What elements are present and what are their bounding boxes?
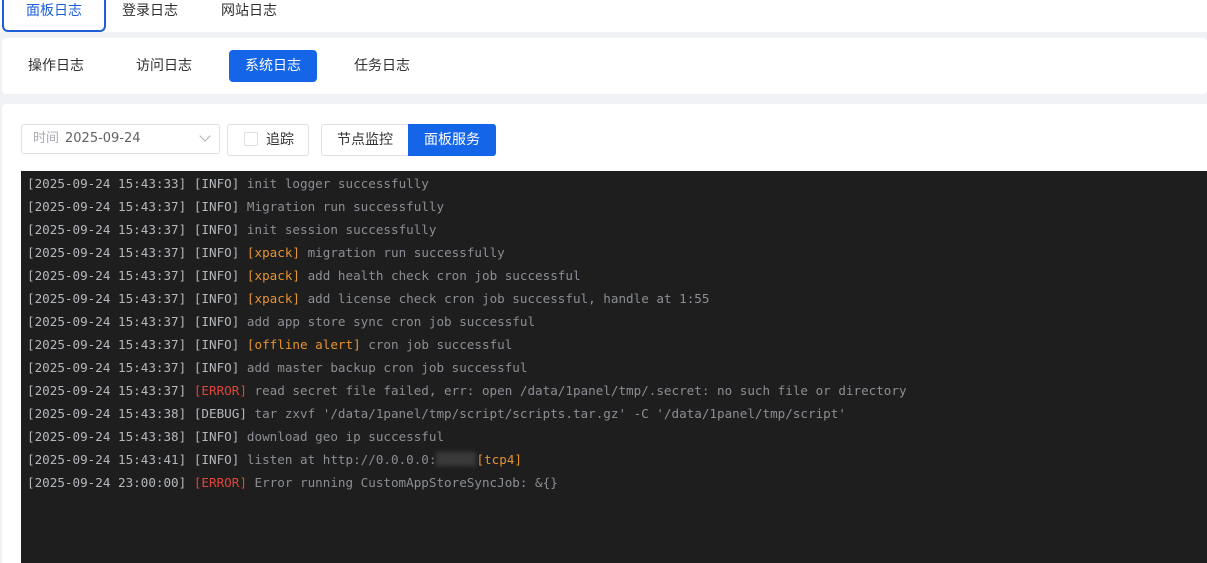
log-line: [2025-09-24 23:00:00] [ERROR] Error runn…: [21, 474, 1207, 497]
log-line: [2025-09-24 15:43:37] [INFO] [xpack] add…: [21, 267, 1207, 290]
tail-checkbox[interactable]: 追踪: [227, 124, 309, 156]
log-message: Migration run successfully: [246, 199, 445, 214]
log-timestamp: [2025-09-24 15:43:37]: [27, 291, 187, 306]
log-tag: [xpack]: [246, 245, 300, 260]
log-line: [2025-09-24 15:43:38] [DEBUG] tar zxvf '…: [21, 405, 1207, 428]
tail-label: 追踪: [266, 132, 294, 148]
subtab-task-log[interactable]: 任务日志: [340, 50, 424, 82]
log-level: [INFO]: [193, 291, 240, 306]
log-level: [INFO]: [193, 199, 240, 214]
log-level: [INFO]: [193, 245, 240, 260]
log-message: read secret file failed, err: open /data…: [254, 383, 907, 398]
log-timestamp: [2025-09-24 15:43:37]: [27, 245, 187, 260]
log-tag: [xpack]: [246, 291, 300, 306]
log-timestamp: [2025-09-24 15:43:41]: [27, 452, 187, 467]
log-line: [2025-09-24 15:43:41] [INFO] listen at h…: [21, 451, 1207, 474]
log-timestamp: [2025-09-24 15:43:37]: [27, 268, 187, 283]
log-message: listen at http://0.0.0.0:: [246, 452, 437, 467]
log-message: init session successfully: [246, 222, 437, 237]
panel-service-button[interactable]: 面板服务: [408, 124, 496, 156]
log-line: [2025-09-24 15:43:37] [INFO] [xpack] add…: [21, 290, 1207, 313]
log-level: [ERROR]: [193, 475, 247, 490]
log-message: add license check cron job successful, h…: [307, 291, 710, 306]
date-value: 2025-09-24: [65, 131, 141, 146]
log-message: Error running CustomAppStoreSyncJob: &{}: [254, 475, 558, 490]
log-line: [2025-09-24 15:43:37] [INFO] init sessio…: [21, 221, 1207, 244]
log-timestamp: [2025-09-24 23:00:00]: [27, 475, 187, 490]
log-level: [INFO]: [193, 222, 240, 237]
redacted-region: [436, 452, 477, 466]
log-timestamp: [2025-09-24 15:43:37]: [27, 360, 187, 375]
log-tag: [offline alert]: [246, 337, 361, 352]
log-timestamp: [2025-09-24 15:43:37]: [27, 383, 187, 398]
log-timestamp: [2025-09-24 15:43:37]: [27, 199, 187, 214]
log-timestamp: [2025-09-24 15:43:38]: [27, 406, 187, 421]
log-level: [INFO]: [193, 314, 240, 329]
log-message: cron job successful: [368, 337, 513, 352]
checkbox-icon: [244, 132, 258, 146]
log-message: download geo ip successful: [246, 429, 445, 444]
log-level: [INFO]: [193, 429, 240, 444]
log-timestamp: [2025-09-24 15:43:37]: [27, 337, 187, 352]
tab-login-log[interactable]: 登录日志: [100, 0, 200, 30]
top-tab-bar: 面板日志 登录日志 网站日志: [0, 0, 1207, 32]
subtab-access-log[interactable]: 访问日志: [122, 50, 206, 82]
log-level: [DEBUG]: [193, 406, 247, 421]
log-message: add master backup cron job successful: [246, 360, 528, 375]
log-timestamp: [2025-09-24 15:43:37]: [27, 222, 187, 237]
tab-panel-log[interactable]: 面板日志: [2, 0, 106, 32]
log-message: tar zxvf '/data/1panel/tmp/script/script…: [254, 406, 846, 421]
log-level: [INFO]: [193, 337, 240, 352]
log-level: [INFO]: [193, 360, 240, 375]
subtab-operation-log[interactable]: 操作日志: [14, 50, 98, 82]
node-monitor-button[interactable]: 节点监控: [321, 124, 408, 156]
log-tag: [tcp4]: [476, 452, 522, 467]
sub-tab-card: 操作日志 访问日志 系统日志 任务日志: [2, 38, 1207, 94]
log-level: [ERROR]: [193, 383, 247, 398]
log-timestamp: [2025-09-24 15:43:33]: [27, 176, 187, 191]
log-message: init logger successfully: [246, 176, 429, 191]
date-picker[interactable]: 时间 2025-09-24: [21, 124, 220, 154]
log-level: [INFO]: [193, 176, 240, 191]
log-line: [2025-09-24 15:43:37] [INFO] add master …: [21, 359, 1207, 382]
log-timestamp: [2025-09-24 15:43:37]: [27, 314, 187, 329]
log-line: [2025-09-24 15:43:37] [INFO] Migration r…: [21, 198, 1207, 221]
log-level: [INFO]: [193, 268, 240, 283]
log-line: [2025-09-24 15:43:37] [INFO] [xpack] mig…: [21, 244, 1207, 267]
log-line: [2025-09-24 15:43:37] [INFO] add app sto…: [21, 313, 1207, 336]
log-message: add health check cron job successful: [307, 268, 581, 283]
log-line: [2025-09-24 15:43:38] [INFO] download ge…: [21, 428, 1207, 451]
log-message: add app store sync cron job successful: [246, 314, 536, 329]
log-line: [2025-09-24 15:43:37] [INFO] [offline al…: [21, 336, 1207, 359]
log-line: [2025-09-24 15:43:37] [ERROR] read secre…: [21, 382, 1207, 405]
tab-website-log[interactable]: 网站日志: [199, 0, 299, 30]
service-button-group: 节点监控 面板服务: [321, 124, 496, 156]
log-message: migration run successfully: [307, 245, 505, 260]
subtab-system-log[interactable]: 系统日志: [229, 50, 317, 82]
log-viewer[interactable]: [2025-09-24 15:43:33] [INFO] init logger…: [21, 171, 1207, 563]
log-line: [2025-09-24 15:43:33] [INFO] init logger…: [21, 175, 1207, 198]
log-tag: [xpack]: [246, 268, 300, 283]
log-timestamp: [2025-09-24 15:43:38]: [27, 429, 187, 444]
chevron-down-icon: [199, 130, 211, 142]
date-label: 时间: [33, 131, 60, 146]
log-level: [INFO]: [193, 452, 240, 467]
